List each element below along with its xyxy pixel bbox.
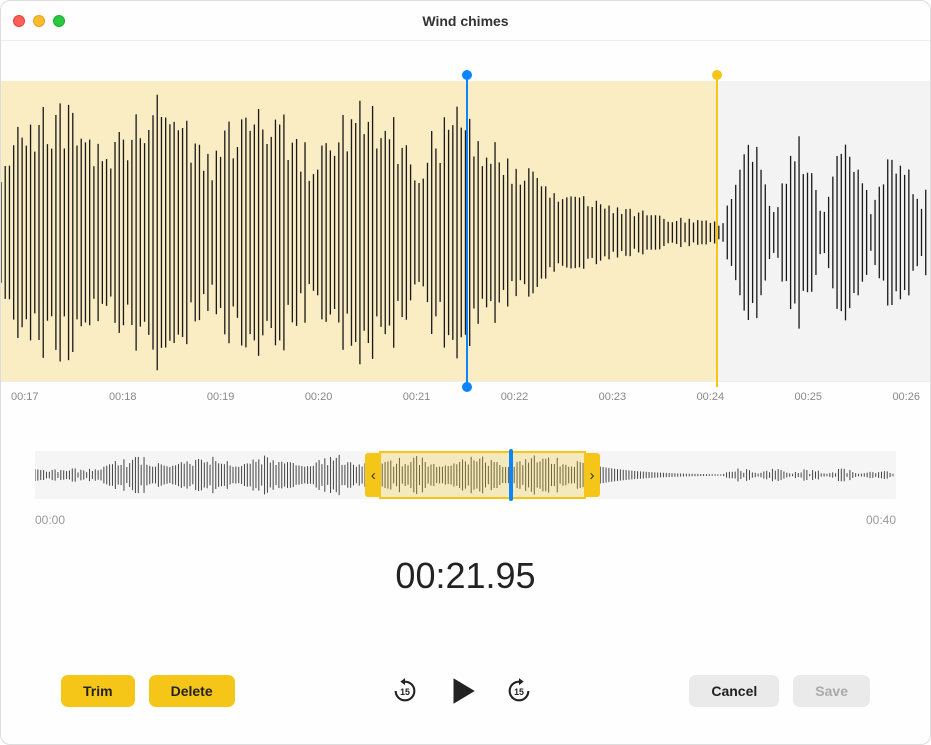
- trim-handle-right[interactable]: ›: [584, 453, 600, 497]
- trim-selection[interactable]: ‹ ›: [379, 451, 586, 499]
- skip-forward-15-button[interactable]: 15: [499, 671, 539, 711]
- save-button[interactable]: Save: [793, 675, 870, 707]
- delete-button[interactable]: Delete: [149, 675, 235, 707]
- trim-handle-left[interactable]: ‹: [365, 453, 381, 497]
- voice-memo-edit-window: Wind chimes 00:17 00:18 00:19 00:20 00:2…: [0, 0, 931, 745]
- overview-start-time: 00:00: [35, 513, 65, 527]
- overview-waveform-area[interactable]: ‹ ›: [35, 451, 896, 499]
- edit-controls: Trim Delete 15 15: [1, 644, 930, 744]
- svg-text:15: 15: [400, 687, 410, 697]
- playhead[interactable]: [466, 75, 468, 387]
- time-tick: 00:17: [11, 391, 39, 403]
- window-title: Wind chimes: [1, 13, 930, 29]
- selection-end-marker[interactable]: [716, 75, 718, 387]
- time-tick: 00:19: [207, 391, 235, 403]
- time-tick: 00:21: [403, 391, 431, 403]
- overview-end-time: 00:40: [866, 513, 896, 527]
- time-tick: 00:24: [697, 391, 725, 403]
- window-controls: [13, 15, 65, 27]
- play-icon: [445, 674, 479, 708]
- time-tick: 00:25: [795, 391, 823, 403]
- time-tick: 00:26: [892, 391, 920, 403]
- main-waveform-area[interactable]: [1, 81, 930, 381]
- overview-playhead[interactable]: [509, 449, 513, 501]
- time-tick: 00:18: [109, 391, 137, 403]
- skip-back-15-icon: 15: [391, 677, 419, 705]
- time-tick: 00:20: [305, 391, 333, 403]
- chevron-left-icon: ‹: [371, 467, 376, 484]
- chevron-right-icon: ›: [590, 467, 595, 484]
- minimize-button[interactable]: [33, 15, 45, 27]
- cancel-button[interactable]: Cancel: [689, 675, 779, 707]
- titlebar: Wind chimes: [1, 1, 930, 41]
- trim-button[interactable]: Trim: [61, 675, 135, 707]
- overview-time-labels: 00:00 00:40: [35, 513, 896, 527]
- skip-forward-15-icon: 15: [505, 677, 533, 705]
- play-button[interactable]: [439, 668, 485, 714]
- close-button[interactable]: [13, 15, 25, 27]
- time-tick: 00:22: [501, 391, 529, 403]
- zoom-button[interactable]: [53, 15, 65, 27]
- current-timecode: 00:21.95: [1, 555, 930, 597]
- time-tick: 00:23: [599, 391, 627, 403]
- skip-back-15-button[interactable]: 15: [385, 671, 425, 711]
- svg-text:15: 15: [514, 687, 524, 697]
